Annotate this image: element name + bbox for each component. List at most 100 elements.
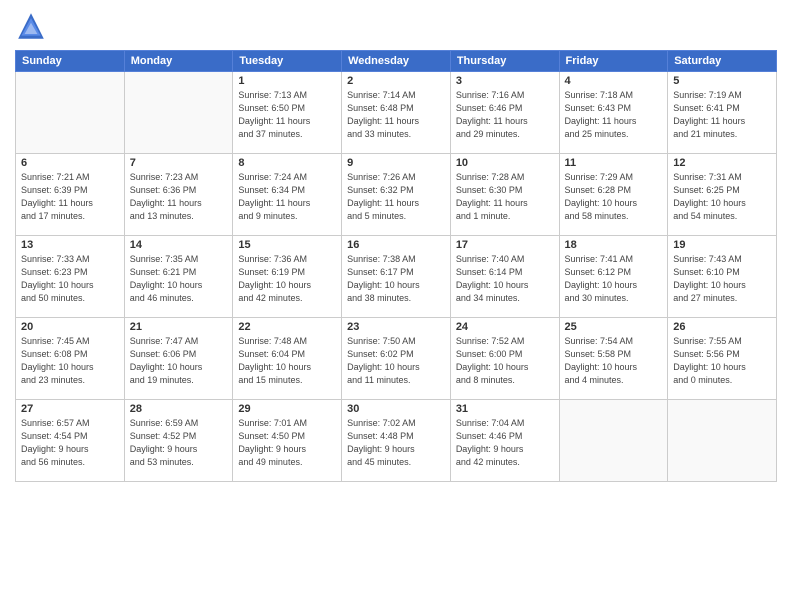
- day-detail: Sunrise: 7:26 AM Sunset: 6:32 PM Dayligh…: [347, 171, 445, 223]
- col-header-friday: Friday: [559, 51, 668, 72]
- week-row-2: 6 Sunrise: 7:21 AM Sunset: 6:39 PM Daylig…: [16, 154, 777, 236]
- calendar-cell: 15 Sunrise: 7:36 AM Sunset: 6:19 PM Dayli…: [233, 236, 342, 318]
- calendar-cell: 2 Sunrise: 7:14 AM Sunset: 6:48 PM Daylig…: [342, 72, 451, 154]
- day-detail: Sunrise: 7:29 AM Sunset: 6:28 PM Dayligh…: [565, 171, 663, 223]
- day-number: 11: [565, 157, 663, 169]
- day-detail: Sunrise: 7:54 AM Sunset: 5:58 PM Dayligh…: [565, 335, 663, 387]
- day-number: 22: [238, 321, 336, 333]
- calendar-table: SundayMondayTuesdayWednesdayThursdayFrid…: [15, 50, 777, 482]
- week-row-3: 13 Sunrise: 7:33 AM Sunset: 6:23 PM Dayli…: [16, 236, 777, 318]
- day-detail: Sunrise: 7:47 AM Sunset: 6:06 PM Dayligh…: [130, 335, 228, 387]
- calendar-cell: 11 Sunrise: 7:29 AM Sunset: 6:28 PM Dayli…: [559, 154, 668, 236]
- day-detail: Sunrise: 7:19 AM Sunset: 6:41 PM Dayligh…: [673, 89, 771, 141]
- day-number: 9: [347, 157, 445, 169]
- day-number: 13: [21, 239, 119, 251]
- calendar-cell: 25 Sunrise: 7:54 AM Sunset: 5:58 PM Dayli…: [559, 318, 668, 400]
- day-number: 25: [565, 321, 663, 333]
- day-number: 28: [130, 403, 228, 415]
- calendar-cell: 18 Sunrise: 7:41 AM Sunset: 6:12 PM Dayli…: [559, 236, 668, 318]
- day-number: 10: [456, 157, 554, 169]
- calendar-cell: 19 Sunrise: 7:43 AM Sunset: 6:10 PM Dayli…: [668, 236, 777, 318]
- calendar-cell: 3Sunrise: 7:16 AM Sunset: 6:46 PM Daylig…: [450, 72, 559, 154]
- day-detail: Sunrise: 7:52 AM Sunset: 6:00 PM Dayligh…: [456, 335, 554, 387]
- calendar-cell: 7 Sunrise: 7:23 AM Sunset: 6:36 PM Daylig…: [124, 154, 233, 236]
- logo: [15, 10, 51, 42]
- day-detail: Sunrise: 7:14 AM Sunset: 6:48 PM Dayligh…: [347, 89, 445, 141]
- day-number: 6: [21, 157, 119, 169]
- day-detail: Sunrise: 7:18 AM Sunset: 6:43 PM Dayligh…: [565, 89, 663, 141]
- col-header-thursday: Thursday: [450, 51, 559, 72]
- calendar-cell: 6 Sunrise: 7:21 AM Sunset: 6:39 PM Daylig…: [16, 154, 125, 236]
- calendar-cell: 28 Sunrise: 6:59 AM Sunset: 4:52 PM Dayli…: [124, 400, 233, 482]
- day-detail: Sunrise: 7:45 AM Sunset: 6:08 PM Dayligh…: [21, 335, 119, 387]
- day-detail: Sunrise: 6:57 AM Sunset: 4:54 PM Dayligh…: [21, 417, 119, 469]
- day-number: 24: [456, 321, 554, 333]
- day-detail: Sunrise: 7:55 AM Sunset: 5:56 PM Dayligh…: [673, 335, 771, 387]
- calendar-cell: 9 Sunrise: 7:26 AM Sunset: 6:32 PM Daylig…: [342, 154, 451, 236]
- day-number: 12: [673, 157, 771, 169]
- day-number: 23: [347, 321, 445, 333]
- calendar-cell: 21 Sunrise: 7:47 AM Sunset: 6:06 PM Dayli…: [124, 318, 233, 400]
- day-number: 30: [347, 403, 445, 415]
- day-detail: Sunrise: 7:41 AM Sunset: 6:12 PM Dayligh…: [565, 253, 663, 305]
- day-number: 4: [565, 75, 663, 87]
- header: [15, 10, 777, 42]
- calendar-cell: 23 Sunrise: 7:50 AM Sunset: 6:02 PM Dayli…: [342, 318, 451, 400]
- day-number: 18: [565, 239, 663, 251]
- week-row-1: 1 Sunrise: 7:13 AM Sunset: 6:50 PM Daylig…: [16, 72, 777, 154]
- day-number: 15: [238, 239, 336, 251]
- calendar-cell: [668, 400, 777, 482]
- week-row-4: 20 Sunrise: 7:45 AM Sunset: 6:08 PM Dayli…: [16, 318, 777, 400]
- day-number: 17: [456, 239, 554, 251]
- calendar-cell: 22 Sunrise: 7:48 AM Sunset: 6:04 PM Dayli…: [233, 318, 342, 400]
- col-header-wednesday: Wednesday: [342, 51, 451, 72]
- day-detail: Sunrise: 7:48 AM Sunset: 6:04 PM Dayligh…: [238, 335, 336, 387]
- day-number: 8: [238, 157, 336, 169]
- day-detail: Sunrise: 7:40 AM Sunset: 6:14 PM Dayligh…: [456, 253, 554, 305]
- calendar-cell: 26 Sunrise: 7:55 AM Sunset: 5:56 PM Dayli…: [668, 318, 777, 400]
- calendar-cell: 29Sunrise: 7:01 AM Sunset: 4:50 PM Dayli…: [233, 400, 342, 482]
- day-detail: Sunrise: 7:13 AM Sunset: 6:50 PM Dayligh…: [238, 89, 336, 141]
- calendar-cell: 16Sunrise: 7:38 AM Sunset: 6:17 PM Dayli…: [342, 236, 451, 318]
- calendar-cell: 14Sunrise: 7:35 AM Sunset: 6:21 PM Dayli…: [124, 236, 233, 318]
- calendar-cell: 5 Sunrise: 7:19 AM Sunset: 6:41 PM Daylig…: [668, 72, 777, 154]
- day-detail: Sunrise: 7:28 AM Sunset: 6:30 PM Dayligh…: [456, 171, 554, 223]
- day-detail: Sunrise: 7:50 AM Sunset: 6:02 PM Dayligh…: [347, 335, 445, 387]
- day-detail: Sunrise: 7:16 AM Sunset: 6:46 PM Dayligh…: [456, 89, 554, 141]
- calendar-cell: [559, 400, 668, 482]
- day-number: 27: [21, 403, 119, 415]
- day-number: 29: [238, 403, 336, 415]
- calendar-cell: 31 Sunrise: 7:04 AM Sunset: 4:46 PM Dayli…: [450, 400, 559, 482]
- calendar-header-row: SundayMondayTuesdayWednesdayThursdayFrid…: [16, 51, 777, 72]
- calendar-cell: 8 Sunrise: 7:24 AM Sunset: 6:34 PM Daylig…: [233, 154, 342, 236]
- calendar-cell: 17 Sunrise: 7:40 AM Sunset: 6:14 PM Dayli…: [450, 236, 559, 318]
- day-number: 31: [456, 403, 554, 415]
- day-number: 7: [130, 157, 228, 169]
- calendar-cell: 12Sunrise: 7:31 AM Sunset: 6:25 PM Dayli…: [668, 154, 777, 236]
- calendar-cell: 30Sunrise: 7:02 AM Sunset: 4:48 PM Dayli…: [342, 400, 451, 482]
- day-detail: Sunrise: 7:43 AM Sunset: 6:10 PM Dayligh…: [673, 253, 771, 305]
- day-number: 5: [673, 75, 771, 87]
- day-detail: Sunrise: 7:24 AM Sunset: 6:34 PM Dayligh…: [238, 171, 336, 223]
- day-detail: Sunrise: 6:59 AM Sunset: 4:52 PM Dayligh…: [130, 417, 228, 469]
- calendar-cell: 4 Sunrise: 7:18 AM Sunset: 6:43 PM Daylig…: [559, 72, 668, 154]
- day-detail: Sunrise: 7:38 AM Sunset: 6:17 PM Dayligh…: [347, 253, 445, 305]
- day-number: 21: [130, 321, 228, 333]
- logo-icon: [15, 10, 47, 42]
- col-header-sunday: Sunday: [16, 51, 125, 72]
- day-detail: Sunrise: 7:33 AM Sunset: 6:23 PM Dayligh…: [21, 253, 119, 305]
- day-detail: Sunrise: 7:21 AM Sunset: 6:39 PM Dayligh…: [21, 171, 119, 223]
- day-detail: Sunrise: 7:04 AM Sunset: 4:46 PM Dayligh…: [456, 417, 554, 469]
- day-number: 19: [673, 239, 771, 251]
- day-detail: Sunrise: 7:35 AM Sunset: 6:21 PM Dayligh…: [130, 253, 228, 305]
- calendar-cell: 24 Sunrise: 7:52 AM Sunset: 6:00 PM Dayli…: [450, 318, 559, 400]
- calendar-cell: 27 Sunrise: 6:57 AM Sunset: 4:54 PM Dayli…: [16, 400, 125, 482]
- day-number: 2: [347, 75, 445, 87]
- day-number: 20: [21, 321, 119, 333]
- calendar-cell: 10 Sunrise: 7:28 AM Sunset: 6:30 PM Dayli…: [450, 154, 559, 236]
- day-detail: Sunrise: 7:23 AM Sunset: 6:36 PM Dayligh…: [130, 171, 228, 223]
- day-detail: Sunrise: 7:36 AM Sunset: 6:19 PM Dayligh…: [238, 253, 336, 305]
- day-number: 26: [673, 321, 771, 333]
- calendar-cell: [124, 72, 233, 154]
- day-number: 1: [238, 75, 336, 87]
